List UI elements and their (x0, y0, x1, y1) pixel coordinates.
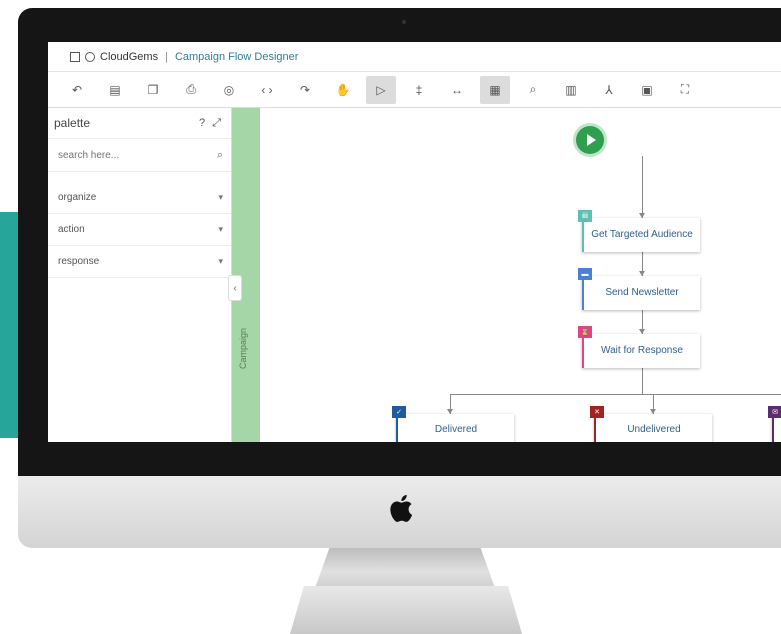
vertical-split-icon: ‡ (415, 82, 423, 97)
flow-node-label: Get Targeted Audience (591, 229, 693, 240)
delivered-icon: ✓ (392, 406, 406, 418)
brand-logo-icon (85, 51, 95, 62)
horizontal-split-icon: ↔ (451, 82, 463, 97)
branch-connector (450, 394, 781, 395)
flow-canvas[interactable]: Get Targeted Audience iii Send Newsletter ▬… (260, 108, 781, 442)
pointer-icon: ▷ (376, 82, 386, 97)
swimlane-label: Campaign (238, 328, 248, 370)
zoom-icon: ⌕ (529, 82, 537, 96)
title-bar: CloudGems | Campaign Flow Designer (48, 42, 781, 72)
search-icon[interactable]: ⌕ (217, 149, 223, 162)
pointer-tool-button[interactable]: ▷ (366, 75, 396, 104)
toolbar: ↶ ▤ ❐ ⎙ ◎ ‹ › ↷ ✋ ▷ ‡ ↔ ▦ ⌕ ▥ ⅄ ▣ ⛶ (48, 72, 781, 108)
chevron-left-icon: ‹ (233, 282, 237, 294)
apple-logo-icon (390, 494, 413, 522)
eye-icon: ◎ (223, 82, 235, 97)
eye-tool-button[interactable]: ◎ (214, 76, 244, 104)
palette-section-label: organize (58, 192, 97, 203)
horizontal-split-tool-button[interactable]: ↔ (442, 76, 472, 104)
newsletter-icon: ▬ (578, 268, 592, 280)
page-tool-button[interactable]: ▤ (100, 76, 130, 104)
flow-node-label: Undelivered (627, 424, 681, 435)
print-icon: ⎙ (186, 82, 196, 96)
copy-tool-button[interactable]: ❐ (138, 76, 168, 104)
title-separator: | (165, 50, 168, 63)
palette-section-organize[interactable]: organize ▾ (48, 182, 231, 214)
flow-node-newsletter[interactable]: Send Newsletter (582, 276, 700, 310)
columns-icon: ▥ (565, 82, 577, 97)
redo-icon: ↷ (299, 82, 311, 97)
palette-section-label: response (58, 256, 100, 267)
brand-name: CloudGems (100, 50, 159, 63)
hand-icon: ✋ (335, 82, 351, 97)
palette-sections: organize ▾ action ▾ response ▾ (48, 182, 231, 278)
chevron-down-icon: ▾ (218, 256, 223, 266)
palette-section-action[interactable]: action ▾ (48, 214, 231, 246)
palette-header: palette ? ⤢ (48, 108, 231, 139)
person-icon: ⅄ (605, 82, 613, 97)
palette-panel: palette ? ⤢ ⌕ organize ▾ action ▾ response ▾ (48, 108, 232, 442)
save-tool-button[interactable]: ▣ (632, 76, 662, 104)
start-node[interactable] (576, 126, 604, 154)
page-title: Campaign Flow Designer (174, 50, 299, 63)
palette-spacer (48, 172, 231, 182)
palette-section-response[interactable]: response ▾ (48, 246, 231, 278)
vertical-split-tool-button[interactable]: ‡ (404, 76, 434, 104)
palette-search: ⌕ (48, 139, 231, 172)
undo-icon: ↶ (71, 82, 83, 97)
monitor-stand-base (290, 586, 522, 634)
play-icon (587, 134, 596, 146)
columns-tool-button[interactable]: ▥ (556, 76, 586, 104)
zoom-tool-button[interactable]: ⌕ (518, 76, 548, 104)
connector-start-target (642, 156, 643, 218)
palette-title: palette (54, 116, 91, 130)
flow-node-opened[interactable] (772, 414, 781, 442)
palette-section-label: action (58, 224, 85, 235)
flow-node-wait[interactable]: Wait for Response (582, 334, 700, 368)
email-icon: ✉ (768, 406, 781, 418)
hand-tool-button[interactable]: ✋ (328, 76, 358, 104)
flow-node-label: Wait for Response (601, 345, 683, 356)
flow-node-target[interactable]: Get Targeted Audience (582, 218, 700, 252)
print-tool-button[interactable]: ⎙ (176, 76, 206, 104)
chevron-down-icon: ▾ (218, 192, 223, 202)
app-screen: CloudGems | Campaign Flow Designer ↶ ▤ ❐ ⎙ ◎… (48, 42, 781, 442)
menu-icon[interactable] (70, 51, 80, 62)
search-input[interactable] (58, 149, 178, 161)
grid-tool-button[interactable]: ▦ (480, 75, 510, 104)
chevron-down-icon: ▾ (218, 224, 223, 234)
connector-wait-branch (642, 368, 643, 394)
code-icon: ‹ › (261, 82, 273, 97)
redo-tool-button[interactable]: ↷ (290, 76, 320, 104)
grid-icon: ▦ (489, 82, 501, 97)
save-icon: ▣ (641, 82, 653, 97)
undelivered-icon: ✕ (590, 406, 604, 418)
camera-dot (402, 20, 406, 24)
page-icon: ▤ (109, 82, 121, 97)
person-tool-button[interactable]: ⅄ (594, 76, 624, 104)
fullscreen-tool-button[interactable]: ⛶ (670, 76, 700, 104)
monitor-stand-neck (315, 548, 495, 588)
flow-node-undelivered[interactable]: Undelivered (594, 414, 712, 442)
fullscreen-icon: ⛶ (680, 82, 690, 96)
flow-node-label: Delivered (434, 424, 478, 435)
wait-icon: ⌛ (578, 326, 592, 338)
copy-icon: ❐ (147, 82, 159, 97)
audience-icon: iii (578, 210, 592, 222)
code-tool-button[interactable]: ‹ › (252, 76, 282, 104)
help-expand-icon[interactable]: ? ⤢ (199, 117, 223, 130)
flow-node-delivered[interactable]: Delivered (396, 414, 514, 442)
undo-tool-button[interactable]: ↶ (62, 76, 92, 104)
flow-node-label: Send Newsletter (605, 287, 679, 298)
collapse-palette-button[interactable]: ‹ (228, 275, 242, 301)
